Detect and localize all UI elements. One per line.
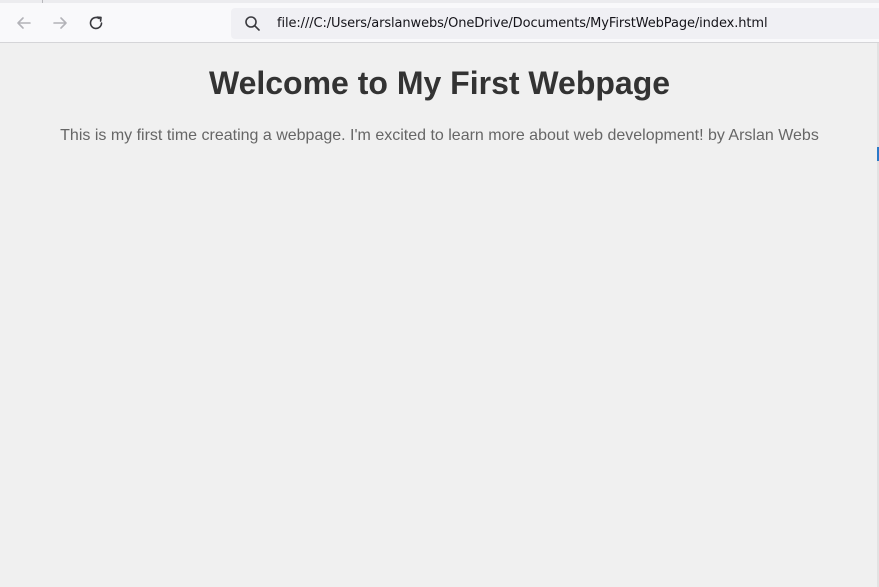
url-text[interactable]: file:///C:/Users/arslanwebs/OneDrive/Doc… [277, 16, 768, 31]
reload-button[interactable] [82, 9, 110, 37]
browser-toolbar: file:///C:/Users/arslanwebs/OneDrive/Doc… [0, 0, 879, 43]
arrow-right-icon [53, 17, 67, 29]
search-icon [245, 16, 260, 31]
url-bar[interactable]: file:///C:/Users/arslanwebs/OneDrive/Doc… [231, 8, 879, 39]
back-button[interactable] [10, 9, 38, 37]
reload-icon [89, 16, 103, 30]
arrow-left-icon [17, 17, 31, 29]
tab-strip-edge [0, 0, 879, 3]
page-viewport: Welcome to My First Webpage This is my f… [0, 43, 879, 587]
tab-separator [42, 0, 43, 3]
page-paragraph: This is my first time creating a webpage… [60, 127, 819, 144]
page-title: Welcome to My First Webpage [208, 65, 671, 101]
forward-button[interactable] [46, 9, 74, 37]
